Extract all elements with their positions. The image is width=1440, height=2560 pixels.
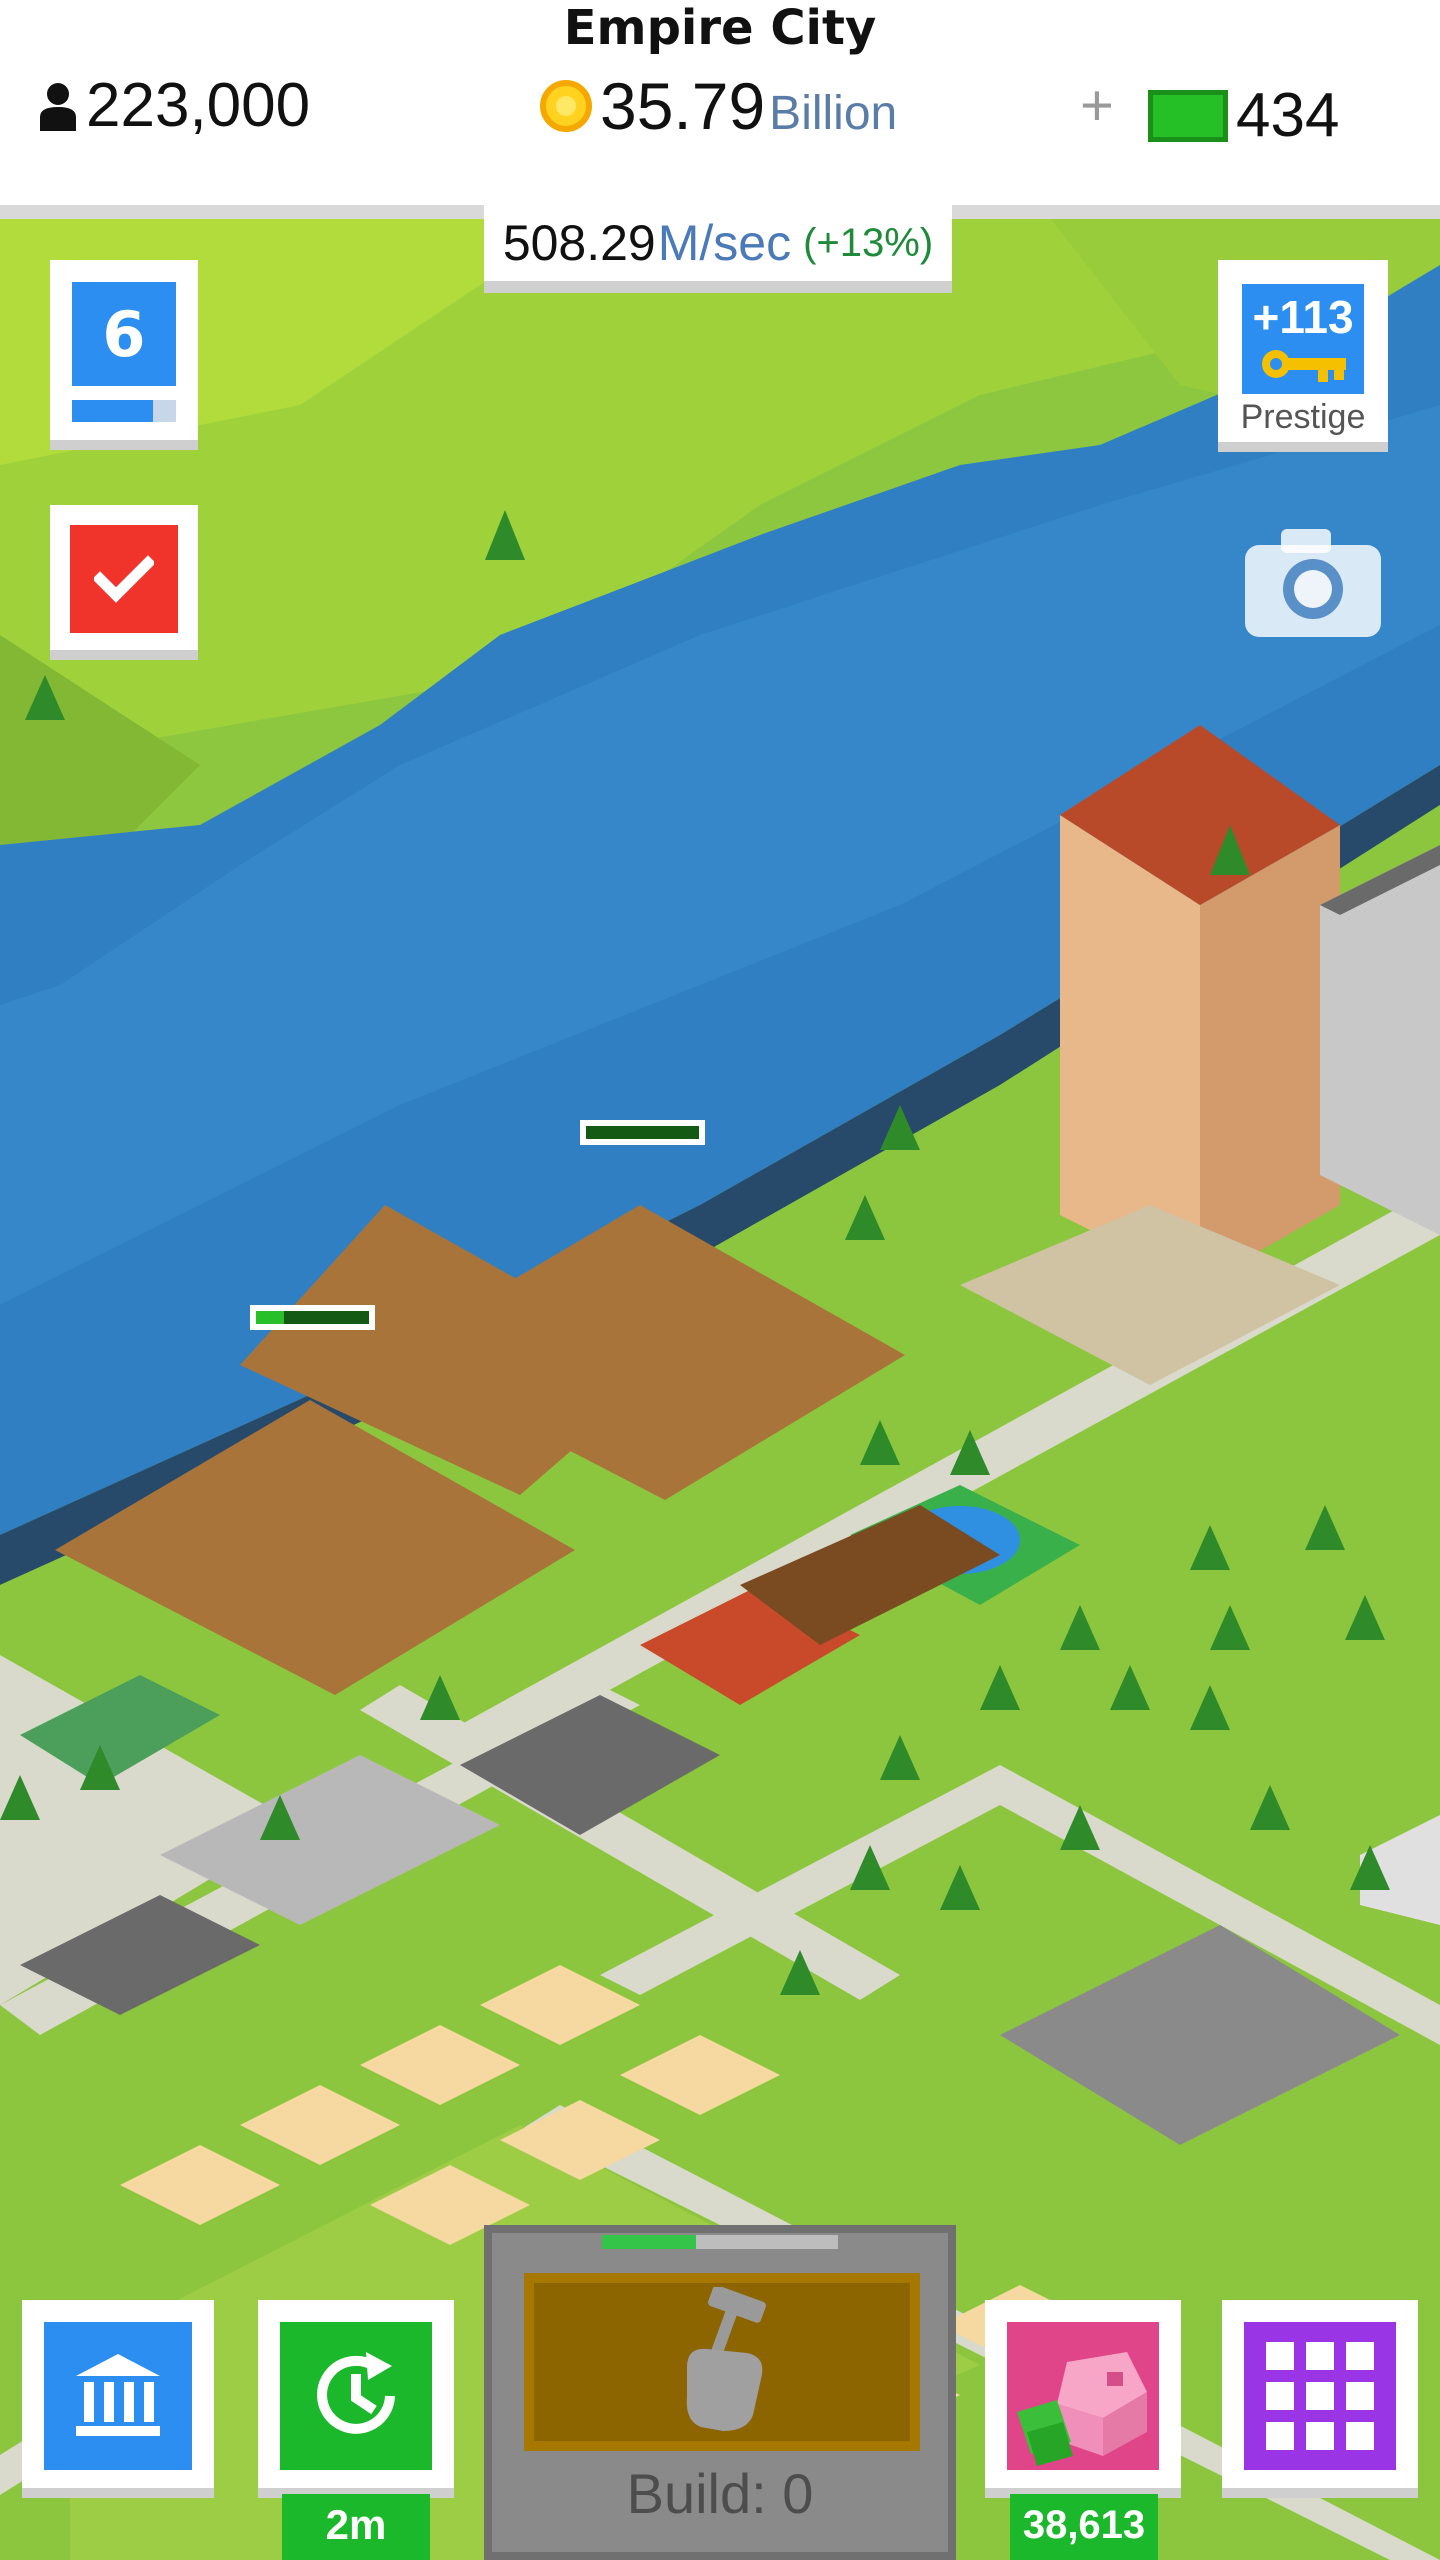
level-progress-fill: [72, 400, 154, 422]
build-progress-bar: [602, 2235, 838, 2249]
build-button[interactable]: Build: 0: [484, 2225, 956, 2560]
cash-bill-icon: [1148, 89, 1228, 142]
piggy-bank-button[interactable]: [985, 2300, 1181, 2498]
time-boost-button[interactable]: [258, 2300, 454, 2498]
population-value: 223,000: [86, 71, 311, 140]
income-rate-unit: M/sec: [657, 215, 792, 271]
add-cash-button[interactable]: +: [1080, 72, 1114, 139]
level-button[interactable]: 6: [50, 260, 198, 450]
hammer-hand-icon: [686, 2287, 766, 2431]
city-map[interactable]: [0, 205, 1440, 2560]
income-rate-value: 508.29: [502, 215, 656, 271]
build-tile: [524, 2273, 920, 2451]
prestige-button[interactable]: +113 Prestige: [1218, 260, 1388, 452]
menu-button[interactable]: [1222, 2300, 1418, 2498]
task-tile: [70, 525, 178, 633]
tasks-button[interactable]: [50, 505, 198, 660]
clock-refresh-icon: [317, 2352, 395, 2434]
government-button[interactable]: [22, 2300, 214, 2498]
prestige-value: +113: [1252, 291, 1354, 343]
time-boost-label: 2m: [282, 2494, 430, 2560]
cash-counter[interactable]: 434: [1148, 80, 1339, 151]
population-counter: 223,000: [38, 70, 310, 141]
money-counter: 35.79 Billion: [540, 68, 897, 144]
prestige-tile: +113: [1242, 284, 1364, 394]
money-unit: Billion: [769, 86, 898, 140]
city-name: Empire City: [563, 0, 877, 56]
build-label: Build: 0: [626, 2462, 814, 2525]
cash-value: 434: [1236, 81, 1340, 150]
key-icon: [1262, 350, 1346, 382]
camera-icon[interactable]: [1245, 525, 1381, 637]
piggy-bank-icon: [1017, 2352, 1147, 2466]
income-rate-bonus: (+13%): [803, 220, 934, 265]
coin-icon: [540, 80, 592, 132]
piggy-bank-value: 38,613: [1010, 2494, 1158, 2560]
money-value: 35.79: [600, 69, 766, 143]
government-tile: [44, 2322, 192, 2470]
level-progress-bar: [72, 400, 176, 422]
build-progress-fill: [602, 2235, 697, 2249]
piggy-bank-tile: [1007, 2322, 1159, 2470]
time-boost-tile: [280, 2322, 432, 2470]
level-number: 6: [72, 282, 176, 386]
income-rate: 508.29 M/sec (+13%): [484, 205, 952, 293]
grid-menu-icon: [1244, 2322, 1396, 2470]
prestige-label: Prestige: [1240, 398, 1366, 436]
top-status-bar: Empire City 223,000 35.79 Billion + 434: [0, 0, 1440, 219]
checkmark-icon: [94, 555, 154, 603]
bank-building-icon: [76, 2354, 160, 2436]
person-icon: [40, 82, 76, 131]
